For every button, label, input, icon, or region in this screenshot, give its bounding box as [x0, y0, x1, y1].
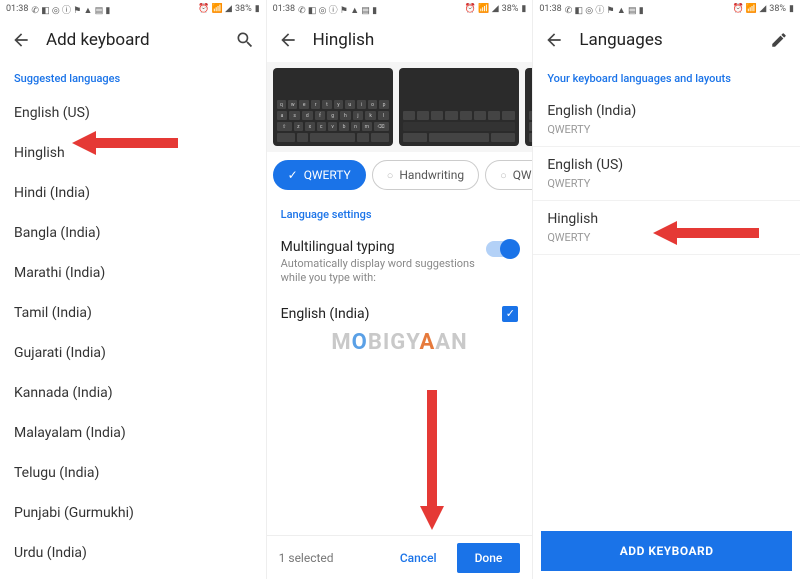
list-item[interactable]: Hinglish — [0, 133, 266, 173]
section-your-keyboards: Your keyboard languages and layouts — [533, 62, 800, 93]
language-item[interactable]: Hinglish QWERTY — [533, 201, 800, 255]
language-label: English (India) — [281, 306, 370, 322]
cancel-button[interactable]: Cancel — [394, 543, 443, 573]
done-button[interactable]: Done — [457, 543, 521, 573]
annotation-arrow-icon — [417, 390, 447, 530]
multilingual-typing-row[interactable]: Multilingual typing Automatically displa… — [267, 229, 533, 296]
panel-hinglish: 01:38✆ ◧ ◎ ⓘ ⚑ ▲ ▤ ▮ ⏰ 📶 ◢38%▮ Hinglish … — [267, 0, 534, 579]
page-title: Hinglish — [313, 30, 375, 50]
setting-title: Multilingual typing — [281, 239, 477, 255]
language-item[interactable]: English (India) QWERTY — [533, 93, 800, 147]
extra-language-row[interactable]: English (India) ✓ — [267, 296, 533, 332]
selected-count: 1 selected — [279, 551, 380, 565]
keyboard-preview[interactable]: qwertyuiop asdfghjkl ⇧zxcvbnm⌫ — [273, 68, 393, 146]
language-item[interactable]: English (US) QWERTY — [533, 147, 800, 201]
list-item[interactable]: English (US) — [0, 93, 266, 133]
edit-icon[interactable] — [768, 29, 790, 51]
panel-add-keyboard: 01:38✆ ◧ ◎ ⓘ ⚑ ▲ ▤ ▮ ⏰ 📶 ◢38%▮ Add keybo… — [0, 0, 267, 579]
list-item[interactable]: Tamil (India) — [0, 293, 266, 333]
list-item[interactable]: Telugu (India) — [0, 453, 266, 493]
keyboard-previews[interactable]: qwertyuiop asdfghjkl ⇧zxcvbnm⌫ — [267, 62, 533, 152]
back-icon[interactable] — [10, 29, 32, 51]
list-item[interactable]: Marathi (India) — [0, 253, 266, 293]
page-title: Languages — [579, 30, 662, 50]
watermark: MOBIGYAAN — [331, 330, 467, 355]
section-suggested: Suggested languages — [0, 62, 266, 93]
search-icon[interactable] — [234, 29, 256, 51]
list-item[interactable]: Bangla (India) — [0, 213, 266, 253]
page-title: Add keyboard — [46, 30, 150, 50]
bottom-bar: 1 selected Cancel Done — [267, 535, 533, 579]
chip-qwer[interactable]: QWER — [485, 160, 532, 190]
checkbox[interactable]: ✓ — [502, 306, 518, 322]
status-bar: 01:38✆ ◧ ◎ ⓘ ⚑ ▲ ▤ ▮ ⏰ 📶 ◢38%▮ — [533, 0, 800, 18]
status-bar: 01:38✆ ◧ ◎ ⓘ ⚑ ▲ ▤ ▮ ⏰ 📶 ◢38%▮ — [0, 0, 266, 18]
section-language-settings: Language settings — [267, 198, 533, 229]
setting-subtitle: Automatically display word suggestions w… — [281, 257, 477, 286]
toggle-switch[interactable] — [486, 241, 518, 257]
header: Hinglish — [267, 18, 533, 62]
list-item[interactable]: Urdu (India) — [0, 533, 266, 573]
language-list: English (US) Hinglish Hindi (India) Bang… — [0, 93, 266, 573]
keyboard-preview[interactable] — [399, 68, 519, 146]
chip-handwriting[interactable]: Handwriting — [372, 160, 479, 190]
layout-chips: QWERTY Handwriting QWER — [267, 152, 533, 198]
add-keyboard-button[interactable]: ADD KEYBOARD — [541, 531, 792, 571]
list-item[interactable]: Hindi (India) — [0, 173, 266, 213]
list-item[interactable]: Punjabi (Gurmukhi) — [0, 493, 266, 533]
list-item[interactable]: Malayalam (India) — [0, 413, 266, 453]
back-icon[interactable] — [543, 29, 565, 51]
status-bar: 01:38✆ ◧ ◎ ⓘ ⚑ ▲ ▤ ▮ ⏰ 📶 ◢38%▮ — [267, 0, 533, 18]
chip-qwerty[interactable]: QWERTY — [273, 160, 366, 190]
header: Languages — [533, 18, 800, 62]
header: Add keyboard — [0, 18, 266, 62]
panel-languages: 01:38✆ ◧ ◎ ⓘ ⚑ ▲ ▤ ▮ ⏰ 📶 ◢38%▮ Languages… — [533, 0, 800, 579]
back-icon[interactable] — [277, 29, 299, 51]
list-item[interactable]: Kannada (India) — [0, 373, 266, 413]
keyboard-preview[interactable] — [525, 68, 534, 146]
list-item[interactable]: Gujarati (India) — [0, 333, 266, 373]
